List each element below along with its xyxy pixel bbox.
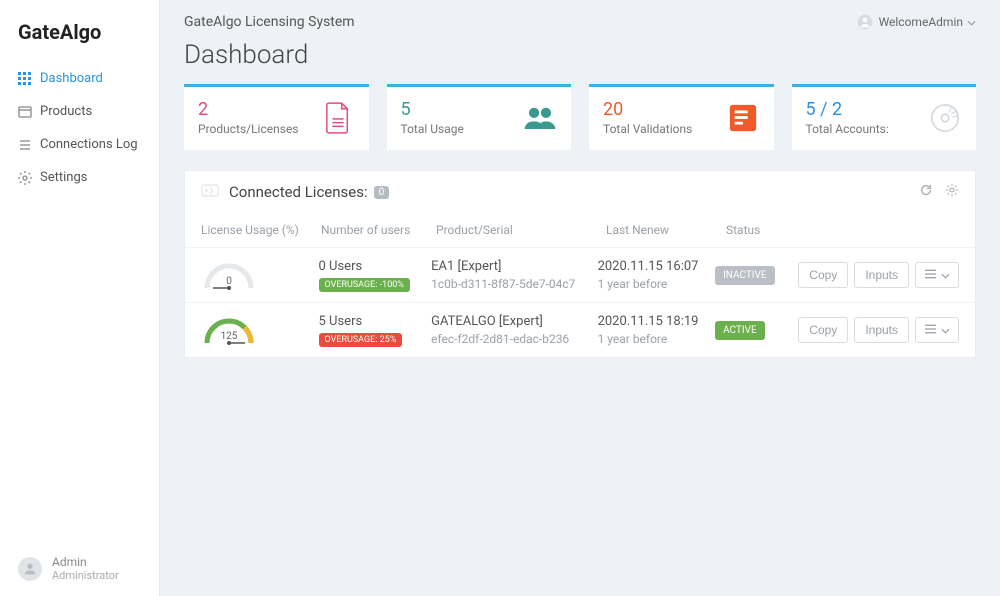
gauge-value: 0 xyxy=(201,276,257,287)
welcome-user: Admin xyxy=(928,15,963,29)
gauge-icon: 0 xyxy=(201,258,257,292)
disc-icon xyxy=(928,101,962,135)
status-badge: INACTIVE xyxy=(715,266,775,285)
sidebar-item-settings[interactable]: Settings xyxy=(0,161,159,194)
col-header-renew: Last Nenew xyxy=(606,223,726,237)
user-meta: Admin Administrator xyxy=(52,555,119,582)
status-badge: ACTIVE xyxy=(715,321,765,340)
card-value: 5 xyxy=(401,99,464,120)
connected-licenses-panel: Connected Licenses: 0 License Usage (%) … xyxy=(184,170,976,358)
sidebar-item-label: Connections Log xyxy=(40,137,138,152)
sidebar-item-connections[interactable]: Connections Log xyxy=(0,128,159,161)
renew-date: 2020.11.15 18:19 xyxy=(598,314,716,329)
panel-count-badge: 0 xyxy=(374,186,390,199)
product-name: EA1 [Expert] xyxy=(431,259,597,274)
system-title: GateAlgo Licensing System xyxy=(184,14,355,30)
nav: Dashboard Products Connections Log Setti… xyxy=(0,62,159,194)
product-name: GATEALGO [Expert] xyxy=(431,314,597,329)
serial-number: 1c0b-d311-8f87-5de7-04c7 xyxy=(431,277,597,291)
users-icon xyxy=(523,101,557,135)
table-row: 0 0 Users OVERUSAGE: -100% EA1 [Expert] … xyxy=(185,247,975,302)
main: GateAlgo Licensing System Welcome Admin … xyxy=(160,0,1000,596)
brand-logo: GateAlgo xyxy=(0,0,159,62)
chevron-down-icon xyxy=(941,268,950,282)
sidebar: GateAlgo Dashboard Products Connections … xyxy=(0,0,160,596)
table-row: 125 5 Users OVERUSAGE: 25% GATEALGO [Exp… xyxy=(185,302,975,357)
card-value: 20 xyxy=(603,99,692,120)
sidebar-item-label: Products xyxy=(40,104,92,119)
copy-button[interactable]: Copy xyxy=(798,262,848,288)
overusage-badge: OVERUSAGE: 25% xyxy=(319,333,403,347)
col-header-serial: Product/Serial xyxy=(436,223,606,237)
card-label: Total Validations xyxy=(603,122,692,136)
card-products: 2 Products/Licenses xyxy=(184,84,369,150)
row-menu-button[interactable] xyxy=(915,262,959,288)
card-label: Products/Licenses xyxy=(198,122,299,136)
col-header-users: Number of users xyxy=(321,223,436,237)
avatar xyxy=(18,557,42,581)
card-value: 5 / 2 xyxy=(806,99,889,120)
sidebar-item-dashboard[interactable]: Dashboard xyxy=(0,62,159,95)
table-header: License Usage (%) Number of users Produc… xyxy=(185,213,975,247)
gear-icon xyxy=(18,171,32,185)
overusage-badge: OVERUSAGE: -100% xyxy=(319,278,410,292)
gear-icon[interactable] xyxy=(945,183,959,201)
row-menu-button[interactable] xyxy=(915,317,959,343)
sidebar-footer: Admin Administrator xyxy=(18,555,119,582)
col-header-usage: License Usage (%) xyxy=(201,223,321,237)
users-count: 5 Users xyxy=(319,314,432,329)
renew-ago: 1 year before xyxy=(598,332,716,346)
card-usage: 5 Total Usage xyxy=(387,84,572,150)
sidebar-item-products[interactable]: Products xyxy=(0,95,159,128)
menu-lines-icon xyxy=(924,323,937,337)
users-count: 0 Users xyxy=(319,259,432,274)
topbar: GateAlgo Licensing System Welcome Admin xyxy=(184,14,976,30)
chevron-down-icon xyxy=(941,323,950,337)
col-header-status: Status xyxy=(726,223,811,237)
card-label: Total Usage xyxy=(401,122,464,136)
gauge-icon: 125 xyxy=(201,313,257,347)
serial-number: efec-f2df-2d81-edac-b236 xyxy=(431,332,597,346)
refresh-icon[interactable] xyxy=(919,183,933,201)
menu-lines-icon xyxy=(924,268,937,282)
grid-icon xyxy=(18,72,32,86)
panel-title: Connected Licenses: 0 xyxy=(229,183,907,201)
user-name: Admin xyxy=(52,555,119,569)
renew-date: 2020.11.15 16:07 xyxy=(598,259,716,274)
panel-header: Connected Licenses: 0 xyxy=(185,171,975,213)
card-validations: 20 Total Validations xyxy=(589,84,774,150)
gauge-value: 125 xyxy=(201,331,257,342)
document-icon xyxy=(321,101,355,135)
chevron-down-icon xyxy=(967,15,976,29)
sidebar-item-label: Dashboard xyxy=(40,71,103,86)
card-accounts: 5 / 2 Total Accounts: xyxy=(792,84,977,150)
card-value: 2 xyxy=(198,99,299,120)
card-label: Total Accounts: xyxy=(806,122,889,136)
renew-ago: 1 year before xyxy=(598,277,716,291)
form-icon xyxy=(726,101,760,135)
welcome-prefix: Welcome xyxy=(879,15,929,29)
user-icon xyxy=(857,14,873,30)
user-menu[interactable]: Welcome Admin xyxy=(857,14,976,30)
page-title: Dashboard xyxy=(184,40,976,70)
list-icon xyxy=(18,138,32,152)
sidebar-item-label: Settings xyxy=(40,170,87,185)
inputs-button[interactable]: Inputs xyxy=(854,317,909,343)
box-icon xyxy=(18,105,32,119)
inputs-button[interactable]: Inputs xyxy=(854,262,909,288)
copy-button[interactable]: Copy xyxy=(798,317,848,343)
panel-title-text: Connected Licenses: xyxy=(229,183,368,201)
stats-cards: 2 Products/Licenses 5 Total Usage 20 Tot… xyxy=(184,84,976,150)
user-role: Administrator xyxy=(52,569,119,582)
panel-icon xyxy=(201,184,219,201)
